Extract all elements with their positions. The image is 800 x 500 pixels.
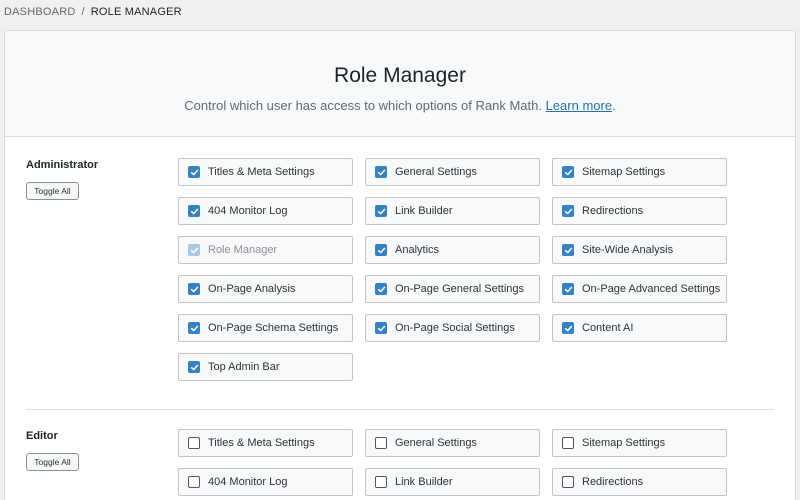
checkbox-checked-icon[interactable] [562, 166, 574, 178]
capability-label: Titles & Meta Settings [208, 166, 315, 178]
capability-label: Top Admin Bar [208, 361, 280, 373]
checkbox-unchecked-icon[interactable] [562, 437, 574, 449]
page-description: Control which user has access to which o… [5, 98, 795, 113]
capability-link-builder[interactable]: Link Builder [365, 197, 540, 225]
capability-label: 404 Monitor Log [208, 205, 288, 217]
capability-general-settings[interactable]: General Settings [365, 429, 540, 457]
learn-more-link[interactable]: Learn more [546, 98, 612, 113]
checkbox-checked-icon[interactable] [562, 283, 574, 295]
capability-label: Link Builder [395, 205, 453, 217]
description-text: Control which user has access to which o… [184, 98, 542, 113]
capability-label: On-Page General Settings [395, 283, 525, 295]
checkbox-checked-icon[interactable] [375, 205, 387, 217]
capability-label: General Settings [395, 437, 477, 449]
breadcrumb: DASHBOARD / ROLE MANAGER [4, 6, 182, 18]
checkbox-checked-icon[interactable] [188, 283, 200, 295]
capability-label: Content AI [582, 322, 634, 334]
role-name: Administrator [26, 159, 99, 171]
breadcrumb-separator: / [81, 6, 85, 18]
capability-link-builder[interactable]: Link Builder [365, 468, 540, 496]
role-manager-panel: Role Manager Control which user has acce… [4, 30, 796, 500]
capability-label: Titles & Meta Settings [208, 437, 315, 449]
capability-titles-meta-settings[interactable]: Titles & Meta Settings [178, 429, 353, 457]
checkbox-checked-icon[interactable] [562, 244, 574, 256]
capability-label: 404 Monitor Log [208, 476, 288, 488]
checkbox-checked-icon[interactable] [188, 166, 200, 178]
checkbox-checked-icon[interactable] [375, 244, 387, 256]
capability-on-page-advanced-settings[interactable]: On-Page Advanced Settings [552, 275, 727, 303]
checkbox-checked-icon[interactable] [562, 322, 574, 334]
capability-label: Link Builder [395, 476, 453, 488]
capability-on-page-social-settings[interactable]: On-Page Social Settings [365, 314, 540, 342]
checkbox-checked-icon[interactable] [562, 205, 574, 217]
panel-header: Role Manager Control which user has acce… [5, 31, 795, 137]
breadcrumb-dashboard-link[interactable]: DASHBOARD [4, 6, 75, 18]
capability-label: Redirections [582, 205, 644, 217]
role-section-editor: Editor Toggle All Titles & Meta Settings… [5, 409, 795, 500]
capability-site-wide-analysis[interactable]: Site-Wide Analysis [552, 236, 727, 264]
capability-label: Sitemap Settings [582, 437, 666, 449]
capability-label: Sitemap Settings [582, 166, 666, 178]
capability-analytics[interactable]: Analytics [365, 236, 540, 264]
capability-sitemap-settings[interactable]: Sitemap Settings [552, 429, 727, 457]
checkbox-checked-icon[interactable] [375, 283, 387, 295]
checkbox-unchecked-icon[interactable] [375, 437, 387, 449]
capability-label: Role Manager [208, 244, 278, 256]
capability-label: Redirections [582, 476, 644, 488]
checkbox-checked-icon[interactable] [375, 322, 387, 334]
checkbox-unchecked-icon[interactable] [188, 437, 200, 449]
capability-top-admin-bar[interactable]: Top Admin Bar [178, 353, 353, 381]
breadcrumb-current: ROLE MANAGER [90, 6, 182, 18]
checkbox-checked-icon [188, 244, 200, 256]
capability-general-settings[interactable]: General Settings [365, 158, 540, 186]
checkbox-unchecked-icon[interactable] [188, 476, 200, 488]
capability-label: On-Page Social Settings [395, 322, 515, 334]
capability-role-manager: Role Manager [178, 236, 353, 264]
capability-404-monitor-log[interactable]: 404 Monitor Log [178, 468, 353, 496]
capability-label: On-Page Schema Settings [208, 322, 339, 334]
capability-on-page-general-settings[interactable]: On-Page General Settings [365, 275, 540, 303]
capability-label: Site-Wide Analysis [582, 244, 674, 256]
capability-redirections[interactable]: Redirections [552, 468, 727, 496]
capability-404-monitor-log[interactable]: 404 Monitor Log [178, 197, 353, 225]
capability-on-page-schema-settings[interactable]: On-Page Schema Settings [178, 314, 353, 342]
capability-sitemap-settings[interactable]: Sitemap Settings [552, 158, 727, 186]
capability-content-ai[interactable]: Content AI [552, 314, 727, 342]
capability-label: On-Page Advanced Settings [582, 283, 721, 295]
checkbox-unchecked-icon[interactable] [375, 476, 387, 488]
checkbox-checked-icon[interactable] [375, 166, 387, 178]
toggle-all-button[interactable]: Toggle All [26, 453, 79, 471]
role-section-administrator: Administrator Toggle All Titles & Meta S… [5, 138, 795, 438]
capability-on-page-analysis[interactable]: On-Page Analysis [178, 275, 353, 303]
capability-titles-meta-settings[interactable]: Titles & Meta Settings [178, 158, 353, 186]
toggle-all-button[interactable]: Toggle All [26, 182, 79, 200]
checkbox-checked-icon[interactable] [188, 361, 200, 373]
capability-redirections[interactable]: Redirections [552, 197, 727, 225]
capability-label: Analytics [395, 244, 440, 256]
page-title: Role Manager [334, 64, 466, 87]
checkbox-unchecked-icon[interactable] [562, 476, 574, 488]
capability-label: On-Page Analysis [208, 283, 296, 295]
description-period: . [612, 98, 616, 113]
checkbox-checked-icon[interactable] [188, 205, 200, 217]
role-name: Editor [26, 430, 58, 442]
checkbox-checked-icon[interactable] [188, 322, 200, 334]
capability-label: General Settings [395, 166, 477, 178]
